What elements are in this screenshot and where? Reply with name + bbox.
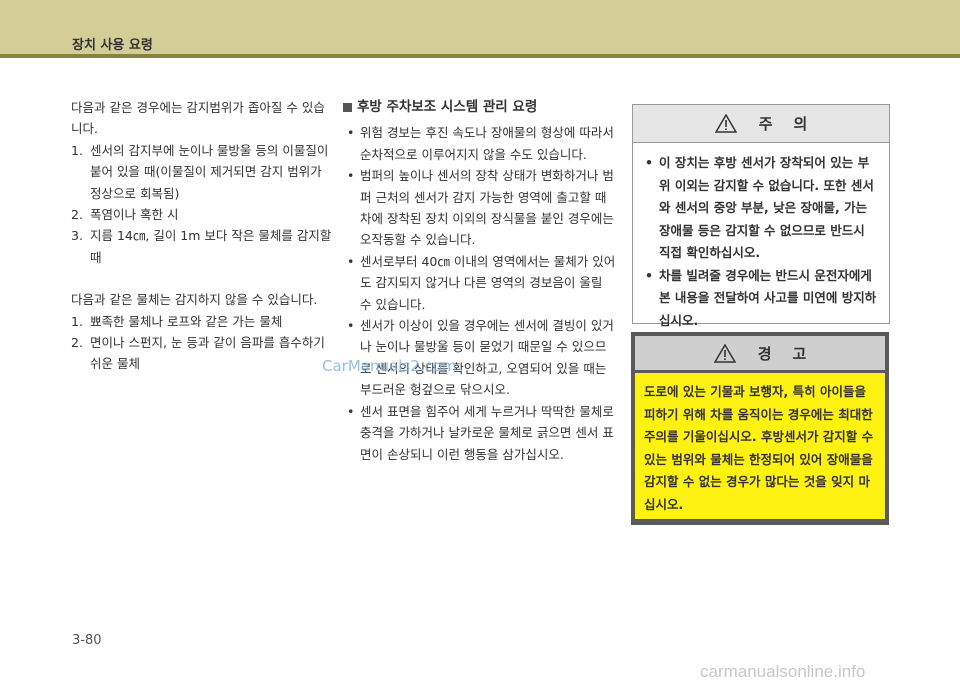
bullet-dot-icon: • xyxy=(347,253,355,269)
caution-content: • 이 장치는 후방 센서가 장착되어 있는 부위 이외는 감지할 수 없습니다.… xyxy=(633,143,889,332)
warning-box: 경 고 도로에 있는 기물과 보행자, 특히 아이들을 피하기 위해 차를 움직… xyxy=(631,332,889,525)
list-item: • 이 장치는 후방 센서가 장착되어 있는 부위 이외는 감지할 수 없습니다.… xyxy=(642,152,880,265)
section-heading: 후방 주차보조 시스템 관리 요령 xyxy=(343,97,617,118)
caution-box: 주 의 • 이 장치는 후방 센서가 장착되어 있는 부위 이외는 감지할 수 없… xyxy=(632,104,890,328)
bullet-dot-icon: • xyxy=(347,168,355,184)
list-item: • 범퍼의 높이나 센서의 장착 상태가 변화하거나 범퍼 근처의 센서가 감지 … xyxy=(343,165,617,251)
list-item: 1. 뾰족한 물체나 로프와 같은 가는 물체 xyxy=(71,313,283,329)
caution-title: 주 의 xyxy=(758,115,808,133)
watermark: CarManuals2.com xyxy=(322,357,457,375)
bullet-dot-icon: • xyxy=(645,155,653,170)
list-item: • 센서 표면을 힘주어 세게 누르거나 딱딱한 물체로 충격을 가하거나 날카로… xyxy=(343,401,617,465)
list-item: 2. 면이나 스펀지, 눈 등과 같이 음파를 흡수하기 쉬운 물체 xyxy=(71,335,325,372)
list-item: • 차를 빌려줄 경우에는 반드시 운전자에게 본 내용을 전달하여 사고를 미연… xyxy=(642,265,880,333)
square-bullet-icon xyxy=(343,103,352,113)
warning-content: 도로에 있는 기물과 보행자, 특히 아이들을 피하기 위해 차를 움직이는 경… xyxy=(635,373,885,519)
intro-paragraph-1: 다음과 같은 경우에는 감지범위가 좁아질 수 있습니다. xyxy=(71,100,325,137)
care-tips-list: • 위험 경보는 후진 속도나 장애물의 형상에 따라서 순차적으로 이루어지지 … xyxy=(343,122,617,465)
list-item: 1. 센서의 감지부에 눈이나 물방울 등의 이물질이 붙어 있을 때(이물질이 … xyxy=(71,142,329,201)
list-item: • 센서로부터 40㎝ 이내의 영역에서는 물체가 있어도 감지되지 않거나 다른… xyxy=(343,251,617,315)
left-column: 다음과 같은 경우에는 감지범위가 좁아질 수 있습니다. 1. 센서의 감지부에… xyxy=(71,97,335,375)
bullet-dot-icon: • xyxy=(347,125,355,141)
list-item: • 위험 경보는 후진 속도나 장애물의 형상에 따라서 순차적으로 이루어지지 … xyxy=(343,122,617,165)
caution-header: 주 의 xyxy=(633,105,889,143)
warning-triangle-icon xyxy=(713,343,736,363)
header-divider xyxy=(0,54,960,58)
warning-title: 경 고 xyxy=(757,344,807,363)
middle-column: 후방 주차보조 시스템 관리 요령 • 위험 경보는 후진 속도나 장애물의 형상… xyxy=(343,97,617,465)
warning-triangle-icon xyxy=(714,114,737,133)
list-item: 2. 폭염이나 혹한 시 xyxy=(71,207,179,223)
condition-list-2: 1. 뾰족한 물체나 로프와 같은 가는 물체 2. 면이나 스펀지, 눈 등과 같… xyxy=(71,311,335,375)
bullet-dot-icon: • xyxy=(347,403,355,419)
bullet-dot-icon: • xyxy=(645,267,653,283)
page-title: 장치 사용 요령 xyxy=(72,38,153,53)
footer-watermark: carmanualsonline.info xyxy=(700,662,866,681)
warning-header: 경 고 xyxy=(635,336,885,370)
condition-list-1: 1. 센서의 감지부에 눈이나 물방울 등의 이물질이 붙어 있을 때(이물질이 … xyxy=(71,140,335,268)
bullet-dot-icon: • xyxy=(347,318,355,334)
intro-paragraph-2: 다음과 같은 물체는 감지하지 않을 수 있습니다. xyxy=(71,292,318,308)
list-item: 3. 지름 14㎝, 길이 1m 보다 작은 물체를 감지할 때 xyxy=(71,228,332,265)
page-number: 3-80 xyxy=(72,633,102,648)
